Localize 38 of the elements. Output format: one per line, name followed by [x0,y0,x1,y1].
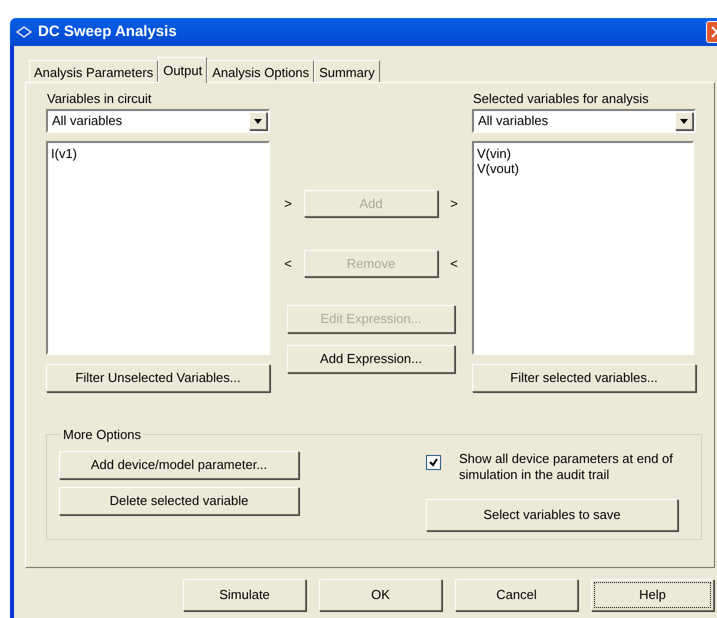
arrow-text: < [449,254,459,273]
tab[interactable]: Analysis Parameters [29,60,158,82]
dropdown-value: All variables [51,112,124,130]
add-expression-button[interactable]: Add Expression... [287,345,455,373]
checkmark-icon [429,458,438,467]
arrow-text: > [283,194,293,213]
dialog-button[interactable]: Simulate [183,579,306,611]
window-title: DC Sweep Analysis [38,22,178,42]
tab[interactable]: Analysis Options [207,60,314,82]
arrow-text: < [283,254,293,273]
select-variables-button[interactable]: Select variables to save [426,499,678,531]
dropdown-arrow-icon [254,118,262,124]
add-parameter-button[interactable]: Add device/model parameter... [59,451,299,479]
list-item[interactable]: V(vin) [477,146,692,161]
list-label: Variables in circuit [46,90,153,108]
arrow-text: > [449,194,459,213]
app-icon [16,26,32,38]
variable-list[interactable]: I(v1) [46,141,270,355]
dropdown-arrow-button[interactable] [675,112,693,130]
dialog-button[interactable]: Help [591,579,714,611]
variables-dropdown[interactable]: All variables [472,109,696,133]
delete-variable-button[interactable]: Delete selected variable [59,487,299,515]
dialog-button[interactable]: Cancel [455,579,578,611]
list-item[interactable]: I(v1) [51,146,268,161]
filter-button[interactable]: Filter selected variables... [472,364,696,392]
variable-list[interactable]: V(vin) V(vout) [472,141,694,355]
dialog-button[interactable]: OK [319,579,442,611]
dropdown-arrow-icon [680,118,688,124]
filter-button[interactable]: Filter Unselected Variables... [46,364,270,392]
list-label: Selected variables for analysis [472,90,650,108]
dropdown-value: All variables [477,112,550,130]
tab[interactable]: Summary [314,60,380,82]
tab[interactable]: Output [158,57,208,83]
variables-dropdown[interactable]: All variables [46,109,270,133]
checkbox-label: Show all device parameters at end of simulation in the audit trail [459,451,674,483]
checkbox[interactable] [426,455,441,470]
dropdown-arrow-button[interactable] [249,112,267,130]
list-item[interactable]: V(vout) [477,161,692,176]
